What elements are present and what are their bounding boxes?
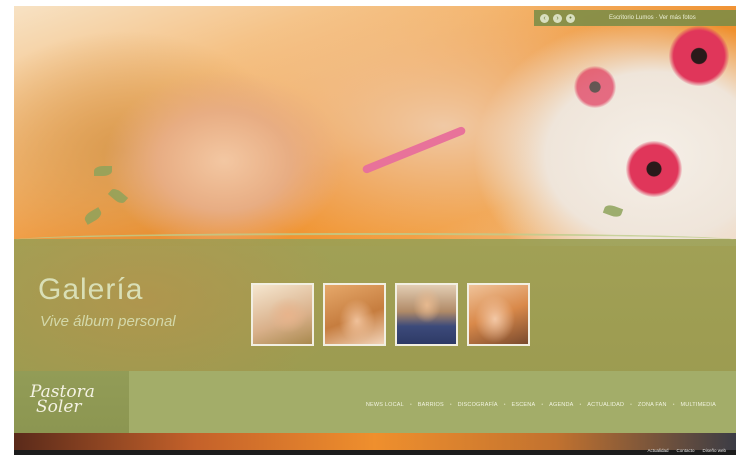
nav-menu: NEWS LOCAL • BARRIOS • DISCOGRAFÍA • ESC… [366, 402, 716, 408]
nav-item-agenda[interactable]: AGENDA [549, 402, 573, 408]
page-frame: ‹ › • Escritorio Lumos · Ver más fotos G… [14, 6, 736, 455]
main-navbar: Pastora Soler NEWS LOCAL • BARRIOS • DIS… [14, 371, 736, 433]
nav-item-zona-fan[interactable]: ZONA FAN [638, 402, 667, 408]
gallery-thumbnail[interactable] [467, 283, 530, 346]
nav-separator: • [449, 402, 452, 408]
nav-separator: • [541, 402, 544, 408]
strap-decoration [361, 125, 467, 175]
gallery-thumbnail[interactable] [323, 283, 386, 346]
leaf-decoration [602, 203, 624, 219]
hero-photo [14, 6, 736, 246]
nav-separator: • [630, 402, 632, 408]
nav-separator: • [409, 402, 412, 408]
nav-item-actualidad[interactable]: ACTUALIDAD [587, 402, 624, 408]
flower-decoration [669, 26, 729, 86]
footer-link[interactable]: Contacto [676, 448, 694, 453]
nav-item-news[interactable]: NEWS LOCAL [366, 402, 404, 408]
gallery-thumbnail[interactable] [395, 283, 458, 346]
gallery-title: Galería [38, 273, 144, 306]
nav-separator: • [579, 402, 582, 408]
thumbnail-strip [251, 283, 530, 346]
logo-area[interactable]: Pastora Soler [14, 371, 129, 433]
nav-item-discografia[interactable]: DISCOGRAFÍA [458, 402, 498, 408]
leaf-decoration [82, 207, 104, 225]
flower-decoration [626, 141, 682, 197]
nav-separator: • [672, 402, 675, 408]
flower-decoration [574, 66, 616, 108]
footer-links: Actualidad Contacto Diseño web [647, 448, 726, 453]
gallery-subtitle: Vive álbum personal [40, 313, 176, 330]
footer-link[interactable]: Actualidad [647, 448, 668, 453]
footer-bar: Actualidad Contacto Diseño web [14, 448, 736, 455]
top-link[interactable]: Escritorio Lumos · Ver más fotos [609, 15, 696, 21]
site-logo[interactable]: Pastora Soler [30, 384, 95, 417]
footer-link[interactable]: Diseño web [702, 448, 726, 453]
logo-line-2: Soler [36, 397, 82, 417]
top-controls-bar: ‹ › • Escritorio Lumos · Ver más fotos [534, 10, 736, 26]
gallery-thumbnail[interactable] [251, 283, 314, 346]
leaf-decoration [94, 166, 112, 176]
nav-separator: • [503, 402, 506, 408]
nav-item-escena[interactable]: ESCENA [512, 402, 536, 408]
nav-item-multimedia[interactable]: MULTIMEDIA [680, 402, 716, 408]
leaf-decoration [107, 186, 129, 206]
vine-decoration [14, 233, 736, 247]
nav-item-barrios[interactable]: BARRIOS [418, 402, 444, 408]
circle-next-icon[interactable]: › [553, 13, 562, 23]
circle-pause-icon[interactable]: • [566, 13, 575, 23]
circle-prev-icon[interactable]: ‹ [540, 13, 549, 23]
